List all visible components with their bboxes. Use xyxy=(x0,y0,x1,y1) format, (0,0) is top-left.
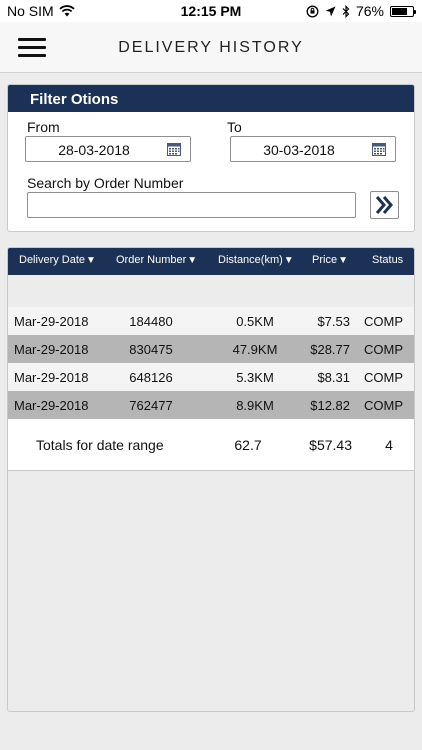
calendar-icon xyxy=(167,143,181,156)
filter-panel-header: Filter Otions xyxy=(8,85,414,112)
cell-order-number: 830475 xyxy=(129,342,173,357)
battery-icon xyxy=(390,5,416,17)
from-date-field[interactable]: 28-03-2018 xyxy=(25,136,191,162)
cell-price: $28.77 xyxy=(310,342,350,357)
table-row[interactable]: Mar-29-2018 830475 47.9KM $28.77 COMP xyxy=(8,335,414,363)
cell-order-number: 762477 xyxy=(129,398,173,413)
status-right: 76% xyxy=(306,3,416,19)
to-date-value: 30-03-2018 xyxy=(263,142,335,158)
search-go-button[interactable] xyxy=(370,191,399,219)
triangle-down-icon: ▼ xyxy=(283,255,294,266)
cell-status: COMP xyxy=(364,314,403,329)
totals-distance: 62.7 xyxy=(234,437,262,453)
cell-price: $7.53 xyxy=(317,314,350,329)
column-header-delivery-date[interactable]: Delivery Date▼ xyxy=(19,254,96,266)
search-label: Search by Order Number xyxy=(27,175,184,191)
cell-delivery-date: Mar-29-2018 xyxy=(14,342,89,357)
nav-bar: DELIVERY HISTORY xyxy=(0,22,422,73)
column-header-price[interactable]: Price▼ xyxy=(312,254,348,266)
column-header-status: Status xyxy=(372,254,404,266)
table-header: Delivery Date▼ Order Number▼ Distance(km… xyxy=(8,248,414,275)
cell-distance: 5.3KM xyxy=(236,370,274,385)
totals-row: Totals for date range 62.7 $57.43 4 xyxy=(8,419,414,471)
column-header-order-number[interactable]: Order Number▼ xyxy=(116,254,197,266)
from-date-value: 28-03-2018 xyxy=(58,142,130,158)
location-arrow-icon xyxy=(325,6,336,16)
filter-panel: Filter Otions From 28-03-2018 To 30-03-2… xyxy=(7,84,415,232)
cell-delivery-date: Mar-29-2018 xyxy=(14,370,89,385)
page-title: DELIVERY HISTORY xyxy=(118,39,304,56)
cell-price: $12.82 xyxy=(310,398,350,413)
column-header-distance[interactable]: Distance(km)▼ xyxy=(218,254,294,266)
triangle-down-icon: ▼ xyxy=(86,255,96,266)
cell-distance: 8.9KM xyxy=(236,398,274,413)
table-row[interactable]: Mar-29-2018 648126 5.3KM $8.31 COMP xyxy=(8,363,414,391)
to-label: To xyxy=(227,119,242,135)
bluetooth-icon xyxy=(342,4,350,18)
cell-delivery-date: Mar-29-2018 xyxy=(14,314,89,329)
calendar-icon xyxy=(372,143,386,156)
cell-status: COMP xyxy=(364,342,403,357)
to-date-field[interactable]: 30-03-2018 xyxy=(230,136,396,162)
status-bar: No SIM 12:15 PM 76% xyxy=(0,0,422,22)
delivery-table: Delivery Date▼ Order Number▼ Distance(km… xyxy=(7,247,415,712)
table-spacer xyxy=(8,275,414,307)
cell-status: COMP xyxy=(364,370,403,385)
cell-order-number: 648126 xyxy=(129,370,173,385)
table-row[interactable]: Mar-29-2018 184480 0.5KM $7.53 COMP xyxy=(8,307,414,335)
totals-label: Totals for date range xyxy=(36,437,164,453)
triangle-down-icon: ▼ xyxy=(187,255,198,266)
from-label: From xyxy=(27,119,60,135)
triangle-down-icon: ▼ xyxy=(338,255,348,266)
cell-price: $8.31 xyxy=(317,370,350,385)
battery-percent: 76% xyxy=(355,3,384,19)
cell-distance: 47.9KM xyxy=(232,342,278,357)
cell-delivery-date: Mar-29-2018 xyxy=(14,398,89,413)
battery-level xyxy=(392,7,408,15)
cell-order-number: 184480 xyxy=(129,314,173,329)
cell-distance: 0.5KM xyxy=(236,314,274,329)
order-number-search-input[interactable] xyxy=(27,192,356,218)
rotation-lock-icon xyxy=(306,5,319,17)
totals-count: 4 xyxy=(385,437,393,453)
table-row[interactable]: Mar-29-2018 762477 8.9KM $12.82 COMP xyxy=(8,391,414,419)
cell-status: COMP xyxy=(364,398,403,413)
totals-price: $57.43 xyxy=(309,437,352,453)
double-chevron-right-icon xyxy=(375,196,393,214)
